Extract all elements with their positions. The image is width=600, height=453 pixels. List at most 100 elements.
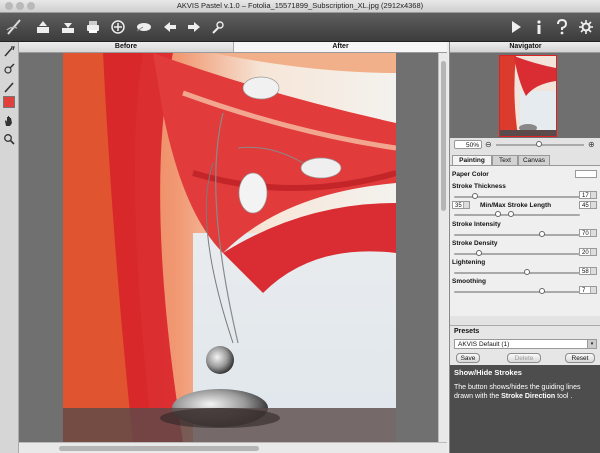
help-text-tool: Stroke Direction bbox=[501, 393, 556, 400]
lightening-value: 58 bbox=[582, 269, 589, 275]
stroke-thickness-row: Stroke Thickness 17 bbox=[452, 182, 599, 199]
stroke-thickness-label: Stroke Thickness bbox=[452, 183, 506, 190]
zoom-row: 50% ⊖ ⊕ bbox=[450, 139, 600, 151]
eraser-tool-icon[interactable] bbox=[2, 62, 16, 76]
preset-delete-button[interactable]: Delete bbox=[507, 353, 541, 363]
redo-icon[interactable] bbox=[184, 16, 204, 38]
zoom-slider-knob[interactable] bbox=[536, 141, 542, 147]
smoothing-row: Smoothing 7 bbox=[452, 277, 599, 294]
stroke-density-label: Stroke Density bbox=[452, 240, 498, 247]
presets-selected-value: AKVIS Default (1) bbox=[458, 341, 510, 348]
stroke-density-row: Stroke Density 20 bbox=[452, 239, 599, 256]
help-text-end: tool . bbox=[555, 393, 573, 400]
tools-panel bbox=[0, 42, 19, 453]
lightening-row: Lightening 58 bbox=[452, 258, 599, 275]
vertical-scroll-thumb[interactable] bbox=[441, 61, 446, 211]
settings-panel: Navigator 50% ⊖ ⊕ Painting Text Canvas P… bbox=[449, 42, 600, 453]
run-icon[interactable] bbox=[208, 16, 228, 38]
stroke-thickness-knob[interactable] bbox=[472, 193, 479, 199]
color-swatch[interactable] bbox=[3, 96, 15, 108]
vertical-scrollbar[interactable] bbox=[438, 53, 448, 442]
pastel-painting bbox=[63, 53, 396, 442]
hand-tool-icon[interactable] bbox=[2, 114, 16, 128]
view-tabs: Before After bbox=[19, 42, 447, 53]
open-icon[interactable] bbox=[33, 16, 53, 38]
paper-color-row: Paper Color bbox=[452, 170, 599, 179]
main-toolbar bbox=[0, 13, 600, 42]
stroke-length-label: Min/Max Stroke Length bbox=[480, 202, 552, 209]
smoothing-slider[interactable] bbox=[454, 288, 580, 294]
paper-color-label: Paper Color bbox=[452, 171, 489, 178]
batch-icon[interactable] bbox=[134, 16, 154, 38]
stroke-intensity-field[interactable]: 70 bbox=[579, 229, 597, 237]
tab-text[interactable]: Text bbox=[492, 155, 518, 165]
painting-parameters: Paper Color Stroke Thickness 17 35 Min/M… bbox=[450, 166, 600, 316]
settings-tabs: Painting Text Canvas bbox=[450, 155, 600, 166]
stroke-density-field[interactable]: 20 bbox=[579, 248, 597, 256]
title-bar: AKVIS Pastel v.1.0 – Fotolia_15571899_Su… bbox=[0, 0, 600, 13]
smoothing-label: Smoothing bbox=[452, 278, 486, 285]
share-icon[interactable] bbox=[108, 16, 128, 38]
stroke-length-max-field[interactable]: 45 bbox=[579, 201, 597, 209]
direction-tool-icon[interactable] bbox=[2, 44, 16, 58]
image-canvas[interactable] bbox=[19, 53, 438, 442]
app-window: AKVIS Pastel v.1.0 – Fotolia_15571899_Su… bbox=[0, 0, 600, 453]
stroke-length-min-knob[interactable] bbox=[495, 211, 502, 217]
preset-save-button[interactable]: Save bbox=[456, 353, 480, 363]
help-panel: Show/Hide Strokes The button shows/hides… bbox=[450, 365, 600, 453]
lightening-knob[interactable] bbox=[524, 269, 531, 275]
lightening-slider[interactable] bbox=[454, 269, 580, 275]
stroke-density-value: 20 bbox=[582, 250, 589, 256]
stroke-density-slider[interactable] bbox=[454, 250, 580, 256]
stroke-thickness-field[interactable]: 17 bbox=[579, 191, 597, 199]
stroke-intensity-value: 70 bbox=[582, 231, 589, 237]
stroke-length-max-knob[interactable] bbox=[507, 211, 514, 217]
zoom-slider[interactable] bbox=[496, 141, 584, 147]
stroke-thickness-slider[interactable] bbox=[454, 193, 580, 199]
smoothing-field[interactable]: 7 bbox=[579, 286, 597, 294]
undo-icon[interactable] bbox=[160, 16, 180, 38]
tab-before[interactable]: Before bbox=[19, 42, 234, 52]
print-icon[interactable] bbox=[83, 16, 103, 38]
presets-select[interactable]: AKVIS Default (1) ▾ bbox=[454, 339, 597, 349]
stroke-density-knob[interactable] bbox=[476, 250, 483, 256]
stroke-length-min-field[interactable]: 35 bbox=[452, 201, 470, 209]
stroke-length-max-value: 45 bbox=[582, 203, 589, 209]
horizontal-scrollbar[interactable] bbox=[19, 442, 447, 453]
play-icon[interactable] bbox=[506, 16, 526, 38]
akvis-logo-icon bbox=[4, 16, 24, 38]
zoom-select[interactable]: 50% bbox=[454, 140, 482, 149]
tab-painting[interactable]: Painting bbox=[452, 155, 492, 165]
stroke-thickness-value: 17 bbox=[582, 193, 589, 199]
navigator-preview[interactable] bbox=[450, 53, 600, 138]
presets-section: Presets AKVIS Default (1) ▾ Save Delete … bbox=[450, 325, 600, 366]
stroke-length-min-value: 35 bbox=[455, 203, 462, 209]
navigator-title: Navigator bbox=[450, 42, 600, 53]
stroke-length-slider[interactable] bbox=[454, 211, 580, 217]
zoom-tool-icon[interactable] bbox=[2, 132, 16, 146]
chevron-down-icon: ▾ bbox=[587, 340, 596, 348]
save-icon[interactable] bbox=[58, 16, 78, 38]
stroke-intensity-knob[interactable] bbox=[539, 231, 546, 237]
settings-icon[interactable] bbox=[576, 16, 596, 38]
zoom-value: 50% bbox=[465, 142, 479, 149]
lightening-label: Lightening bbox=[452, 259, 486, 266]
smoothing-value: 7 bbox=[582, 288, 586, 294]
preset-reset-button[interactable]: Reset bbox=[565, 353, 595, 363]
navigator-thumbnail[interactable] bbox=[499, 55, 557, 137]
zoom-in-icon[interactable]: ⊕ bbox=[588, 140, 595, 149]
help-text: The button shows/hides the guiding lines… bbox=[454, 383, 596, 401]
stroke-length-row: 35 Min/Max Stroke Length 45 bbox=[452, 201, 599, 210]
zoom-out-icon[interactable]: ⊖ bbox=[485, 140, 492, 149]
tab-canvas[interactable]: Canvas bbox=[518, 155, 550, 165]
horizontal-scroll-thumb[interactable] bbox=[59, 446, 259, 451]
info-icon[interactable] bbox=[529, 16, 549, 38]
tab-after[interactable]: After bbox=[234, 42, 447, 52]
help-icon[interactable] bbox=[552, 16, 572, 38]
lightening-field[interactable]: 58 bbox=[579, 267, 597, 275]
presets-title: Presets bbox=[454, 328, 480, 335]
stroke-intensity-slider[interactable] bbox=[454, 231, 580, 237]
paper-color-swatch[interactable] bbox=[575, 170, 597, 178]
brush-tool-icon[interactable] bbox=[2, 80, 16, 94]
smoothing-knob[interactable] bbox=[539, 288, 546, 294]
